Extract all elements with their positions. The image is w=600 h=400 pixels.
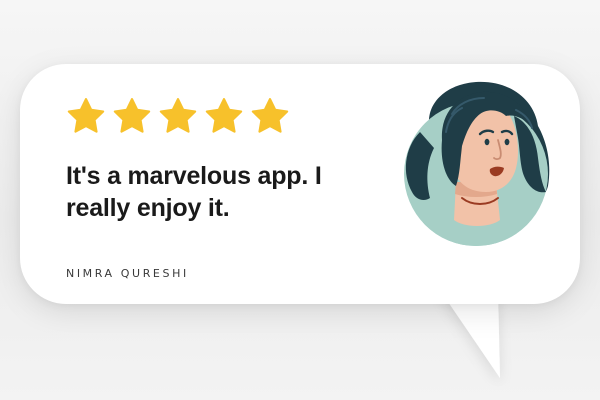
star-icon (113, 98, 151, 133)
star-rating (66, 96, 290, 136)
star-icon (205, 98, 243, 133)
woman-avatar-icon (404, 81, 550, 246)
star-icon (251, 98, 289, 133)
star-icon (67, 98, 105, 133)
review-quote: It's a marvelous app. I really enjoy it. (66, 162, 322, 222)
review-card: It's a marvelous app. I really enjoy it.… (0, 0, 600, 400)
reviewer-name: NIMRA QURESHI (66, 267, 189, 280)
star-icon (159, 98, 197, 133)
